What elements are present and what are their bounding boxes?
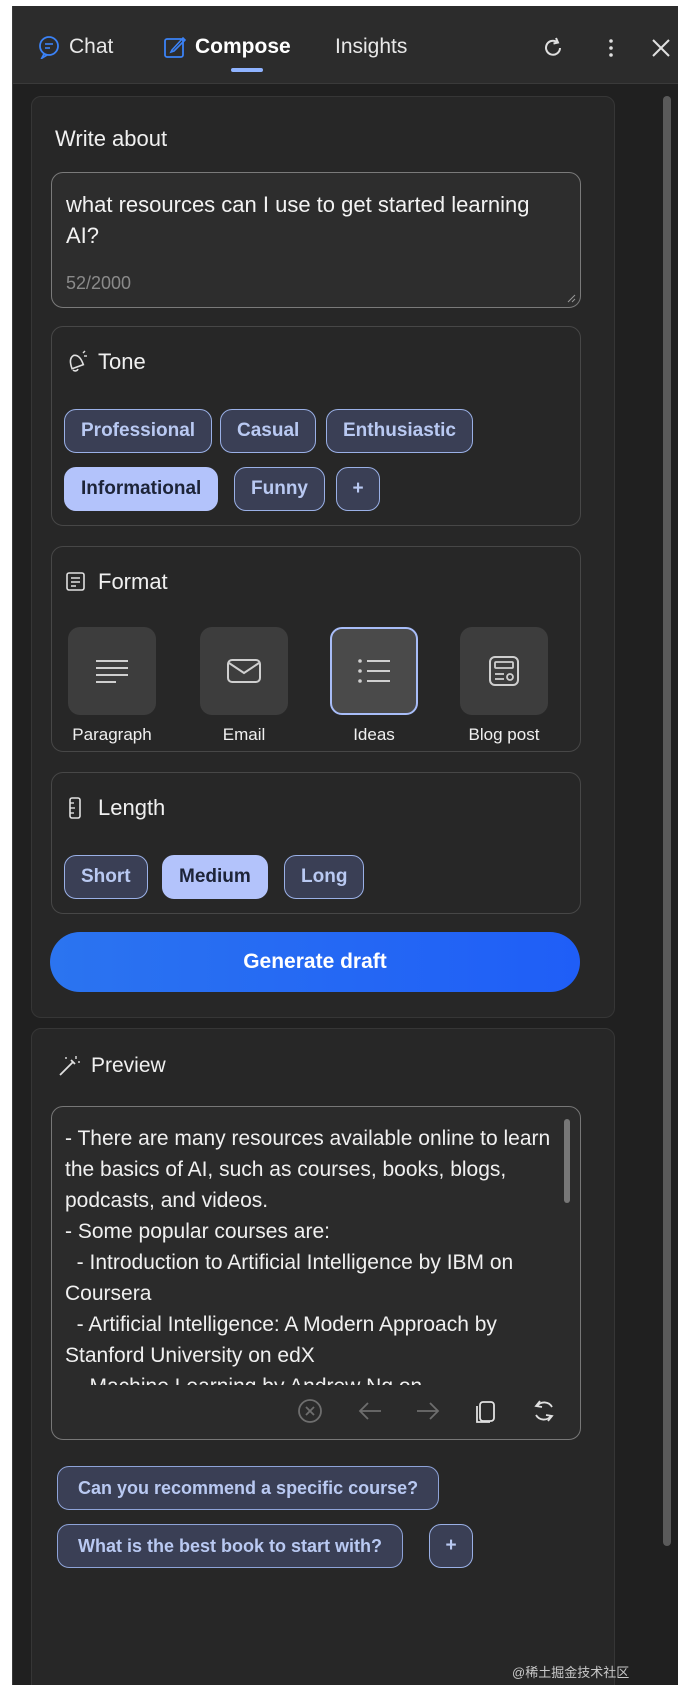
copy-button[interactable]	[468, 1393, 504, 1429]
format-option-box	[68, 627, 156, 715]
email-icon	[227, 659, 261, 683]
watermark: @稀土掘金技术社区	[512, 1665, 630, 1680]
format-option-box	[330, 627, 418, 715]
preview-header: Preview	[57, 1054, 166, 1078]
format-header: Format	[64, 569, 168, 595]
tab-compose[interactable]: Compose	[163, 30, 291, 64]
preview-actions	[292, 1393, 572, 1429]
generate-draft-button[interactable]: Generate draft	[50, 932, 580, 992]
format-option-label: Ideas	[353, 725, 395, 744]
arrow-right-icon	[417, 1402, 440, 1420]
sidebar-window: Chat Compose Insights Write about what r…	[12, 6, 678, 1685]
tab-insights[interactable]: Insights	[335, 30, 407, 64]
next-button[interactable]	[410, 1393, 446, 1429]
format-icon	[66, 572, 85, 591]
close-button[interactable]	[645, 32, 677, 64]
write-about-label: Write about	[55, 126, 168, 151]
magic-wand-icon	[59, 1056, 80, 1076]
previous-button[interactable]	[352, 1393, 388, 1429]
format-option-label: Blog post	[468, 725, 540, 744]
format-option-box	[200, 627, 288, 715]
length-header: Length	[64, 795, 165, 821]
resize-grip-icon[interactable]	[566, 293, 576, 303]
scrollbar[interactable]	[663, 96, 671, 1546]
bell-icon	[69, 350, 87, 372]
more-options-button[interactable]	[595, 32, 627, 64]
char-counter: 52/2000	[66, 273, 132, 293]
preview-text: - There are many resources available onl…	[65, 1127, 551, 1385]
add-tone-button[interactable]: +	[336, 467, 380, 511]
tone-chip-enthusiastic[interactable]: Enthusiastic	[326, 409, 473, 453]
tab-compose-label: Compose	[195, 35, 291, 58]
regenerate-icon	[534, 1400, 554, 1422]
length-chip-medium[interactable]: Medium	[162, 855, 268, 899]
tab-chat-label: Chat	[69, 35, 114, 58]
copy-icon	[476, 1401, 495, 1423]
tone-chip-professional[interactable]: Professional	[64, 409, 213, 453]
arrow-left-icon	[358, 1402, 381, 1420]
blog-post-icon	[489, 656, 519, 686]
close-icon	[652, 39, 670, 57]
format-option-paragraph[interactable]: Paragraph	[66, 627, 158, 745]
tab-insights-label: Insights	[335, 35, 408, 58]
regenerate-button[interactable]	[526, 1393, 562, 1429]
top-bar: Chat Compose Insights	[13, 6, 678, 84]
tone-header: Tone	[64, 349, 146, 375]
write-about-text: what resources can I use to get started …	[66, 192, 530, 248]
stop-button[interactable]	[292, 1393, 328, 1429]
tone-title: Tone	[98, 349, 146, 374]
format-option-box	[460, 627, 548, 715]
write-about-input[interactable]: what resources can I use to get started …	[51, 172, 581, 308]
preview-panel[interactable]: - There are many resources available onl…	[51, 1106, 581, 1440]
format-section: Format Paragraph Email Ideas Blog post	[51, 546, 581, 752]
suggestion-chip[interactable]: What is the best book to start with?	[57, 1524, 404, 1568]
length-chip-short[interactable]: Short	[64, 855, 148, 899]
add-suggestion-button[interactable]: +	[429, 1524, 473, 1568]
preview-scrollbar[interactable]	[564, 1119, 570, 1203]
length-title: Length	[98, 795, 166, 820]
format-option-blog-post[interactable]: Blog post	[458, 627, 550, 745]
format-title: Format	[98, 569, 168, 594]
refresh-button[interactable]	[537, 32, 569, 64]
compose-icon	[164, 36, 187, 58]
length-section: Length Short Medium Long	[51, 772, 581, 914]
tone-section: Tone Professional Casual Enthusiastic In…	[51, 326, 581, 526]
suggestion-chip[interactable]: Can you recommend a specific course?	[57, 1466, 440, 1510]
tone-chip-informational[interactable]: Informational	[64, 467, 219, 511]
preview-title: Preview	[91, 1054, 166, 1077]
tab-chat[interactable]: Chat	[37, 30, 113, 64]
format-option-label: Email	[222, 725, 266, 744]
more-vertical-icon	[609, 39, 613, 57]
refresh-icon	[545, 37, 561, 56]
tone-chip-casual[interactable]: Casual	[220, 409, 317, 453]
chat-icon	[39, 36, 59, 59]
format-option-label: Paragraph	[72, 725, 152, 744]
length-chip-long[interactable]: Long	[284, 855, 365, 899]
active-tab-indicator	[231, 68, 263, 72]
paragraph-icon	[96, 660, 128, 683]
ruler-icon	[69, 797, 81, 819]
format-option-ideas[interactable]: Ideas	[328, 627, 420, 745]
format-option-email[interactable]: Email	[198, 627, 290, 745]
list-icon	[358, 659, 390, 683]
cancel-circle-icon	[298, 1399, 322, 1423]
tone-chip-funny[interactable]: Funny	[234, 467, 325, 511]
